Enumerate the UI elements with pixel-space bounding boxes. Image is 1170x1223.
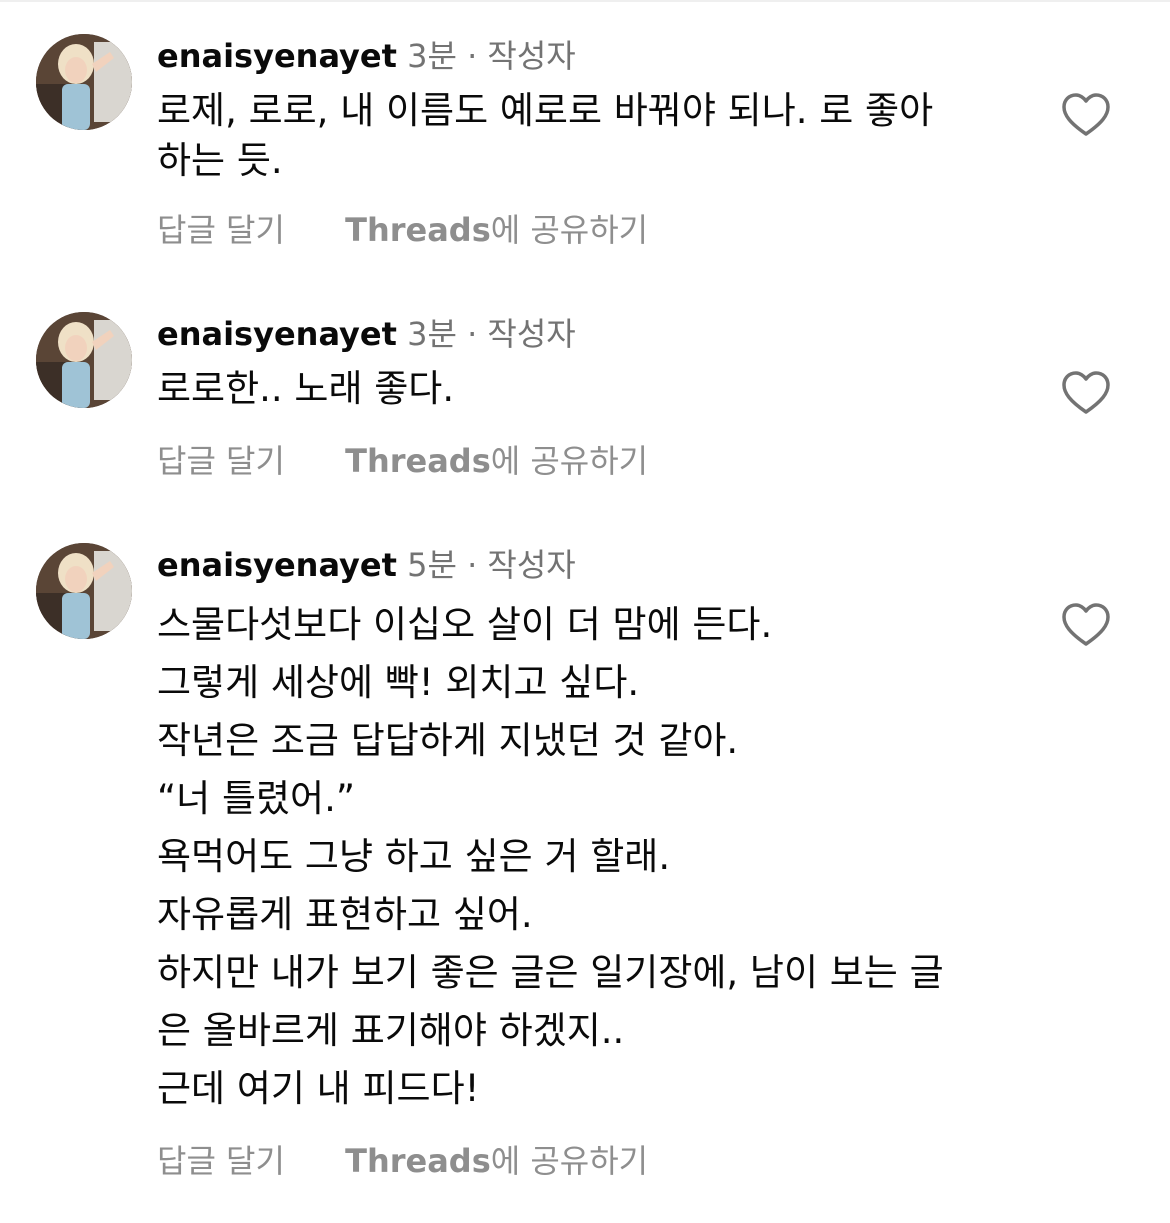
comment-item: enaisyenayet 5분 · 작성자 스물다섯보다 이십오 살이 더 맘에… [0, 543, 1170, 1203]
reply-button[interactable]: 답글 달기 [157, 442, 285, 480]
meta-separator: · [467, 546, 478, 584]
top-divider [0, 0, 1170, 2]
heart-outline-icon [1062, 93, 1110, 136]
threads-brand: Threads [345, 442, 491, 480]
heart-outline-icon [1062, 603, 1110, 646]
avatar-photo [36, 312, 132, 408]
comment-text: 로로한.. 노래 좋다. [157, 367, 455, 410]
share-label: 에 공유하기 [490, 1142, 649, 1180]
username-link[interactable]: enaisyenayet [157, 37, 397, 75]
threads-brand: Threads [345, 211, 491, 249]
comment-actions: 답글 달기 Threads에 공유하기 [157, 208, 648, 252]
comment-actions: 답글 달기 Threads에 공유하기 [157, 1139, 648, 1183]
share-label: 에 공유하기 [490, 442, 649, 480]
like-button[interactable] [1060, 368, 1112, 420]
username-link[interactable]: enaisyenayet [157, 546, 397, 584]
threads-brand: Threads [345, 1142, 491, 1180]
avatar-photo [36, 34, 132, 130]
comment-meta: enaisyenayet 3분 · 작성자 [157, 34, 576, 78]
comment-meta: enaisyenayet 3분 · 작성자 [157, 312, 576, 356]
share-label: 에 공유하기 [490, 211, 649, 249]
meta-separator: · [467, 37, 478, 75]
heart-outline-icon [1062, 371, 1110, 414]
avatar[interactable] [36, 312, 132, 408]
reply-button[interactable]: 답글 달기 [157, 1142, 285, 1180]
username-link[interactable]: enaisyenayet [157, 315, 397, 353]
comment-text: 스물다섯보다 이십오 살이 더 맘에 든다. 그렇게 세상에 빡! 외치고 싶다… [157, 603, 944, 1110]
avatar-photo [36, 543, 132, 639]
comment-actions: 답글 달기 Threads에 공유하기 [157, 439, 648, 483]
timestamp: 3분 [407, 315, 457, 353]
author-badge: 작성자 [487, 37, 576, 75]
meta-separator: · [467, 315, 478, 353]
reply-button[interactable]: 답글 달기 [157, 211, 285, 249]
comment-text: 로제, 로로, 내 이름도 예로로 바꿔야 되나. 로 좋아 하는 듯. [157, 89, 934, 182]
comment-item: enaisyenayet 3분 · 작성자 로제, 로로, 내 이름도 예로로 … [0, 34, 1170, 264]
avatar[interactable] [36, 34, 132, 130]
like-button[interactable] [1060, 90, 1112, 142]
share-to-threads-button[interactable]: Threads에 공유하기 [345, 1142, 648, 1180]
share-to-threads-button[interactable]: Threads에 공유하기 [345, 442, 648, 480]
comment-meta: enaisyenayet 5분 · 작성자 [157, 543, 576, 587]
author-badge: 작성자 [487, 315, 576, 353]
share-to-threads-button[interactable]: Threads에 공유하기 [345, 211, 648, 249]
timestamp: 3분 [407, 37, 457, 75]
like-button[interactable] [1060, 600, 1112, 652]
author-badge: 작성자 [487, 546, 576, 584]
avatar[interactable] [36, 543, 132, 639]
timestamp: 5분 [407, 546, 457, 584]
comment-item: enaisyenayet 3분 · 작성자 로로한.. 노래 좋다. 답글 달기… [0, 312, 1170, 492]
